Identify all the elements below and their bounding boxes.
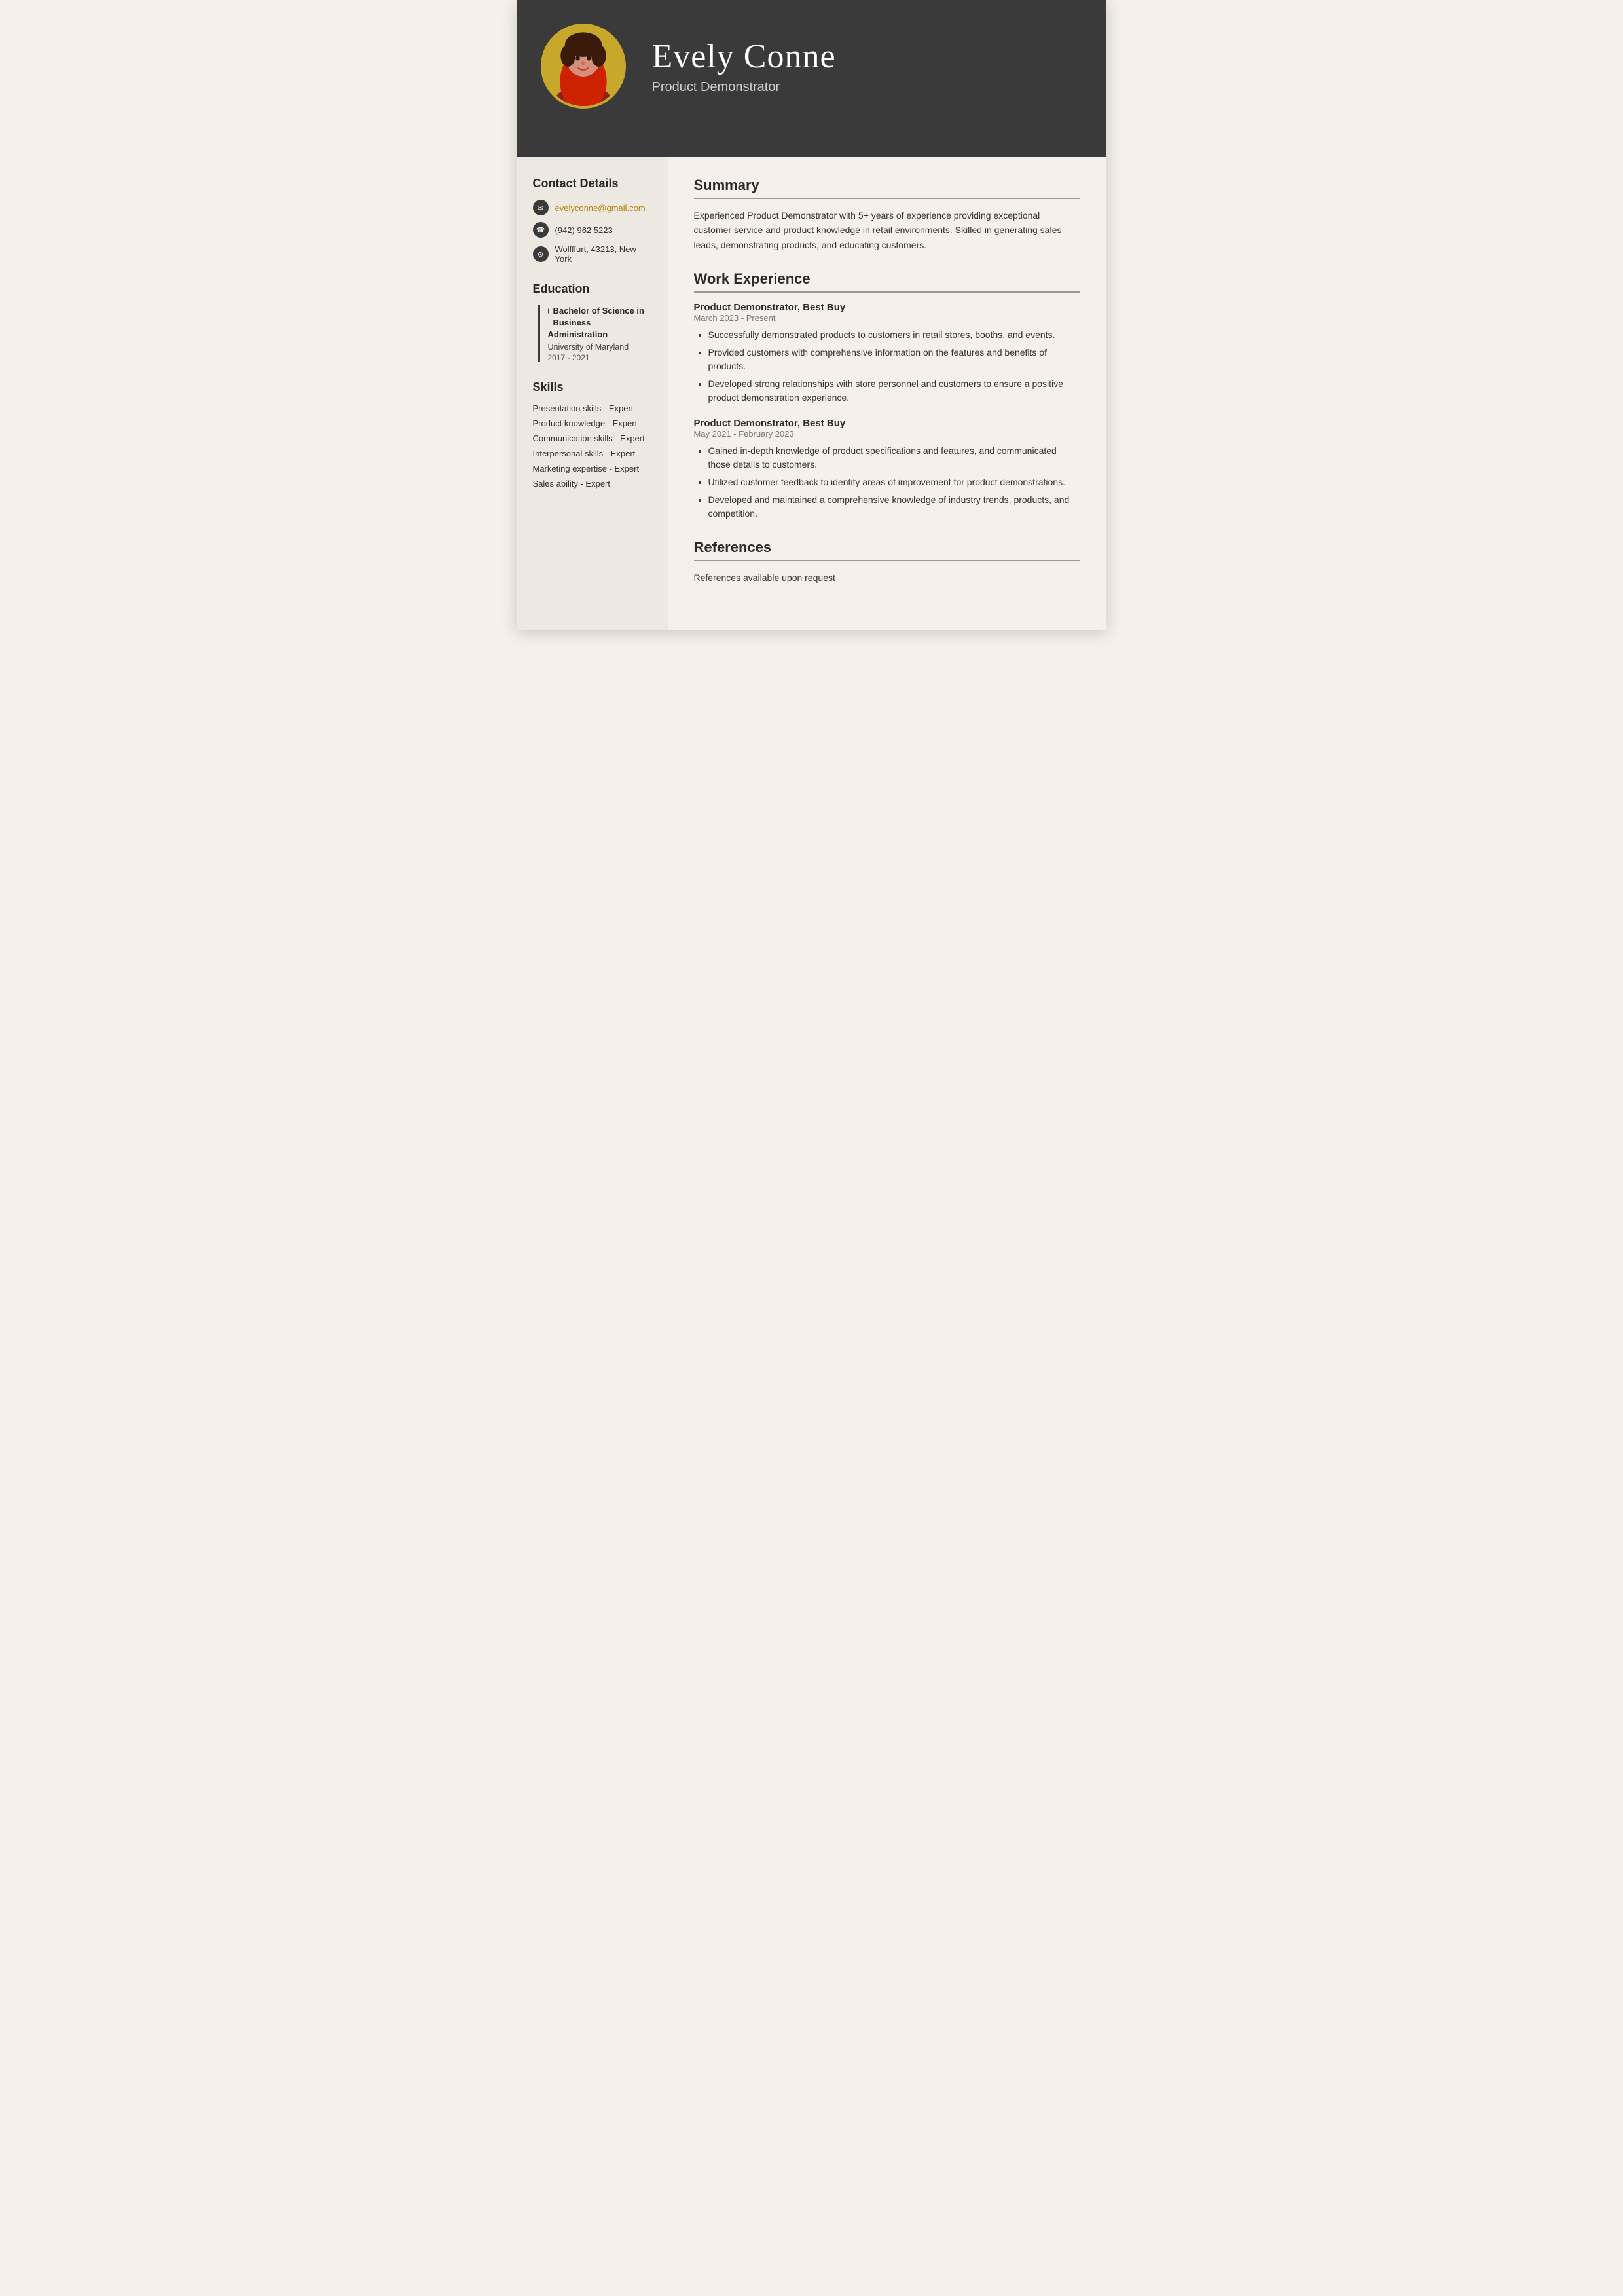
contact-title: Contact Details xyxy=(533,177,652,191)
avatar xyxy=(541,24,626,109)
job-1-bullet-3: Developed strong relationships with stor… xyxy=(708,377,1080,405)
location-icon: ⊙ xyxy=(533,246,549,262)
address-value: Wolfffurt, 43213, New York xyxy=(555,244,652,264)
header-section: Evely Conne Product Demonstrator xyxy=(517,0,1106,132)
edu-years: 2017 - 2021 xyxy=(548,353,652,362)
job-1-bullets: Successfully demonstrated products to cu… xyxy=(694,328,1080,405)
skills-title: Skills xyxy=(533,380,652,394)
job-1-bullet-2: Provided customers with comprehensive in… xyxy=(708,346,1080,373)
skill-item: Sales ability - Expert xyxy=(533,479,652,489)
chevron-decoration xyxy=(517,132,1106,157)
main-content: Summary Experienced Product Demonstrator… xyxy=(668,157,1106,630)
skill-item: Marketing expertise - Expert xyxy=(533,464,652,473)
sidebar: Contact Details ✉ evelyconne@gmail.com ☎… xyxy=(517,157,668,630)
contact-email-row: ✉ evelyconne@gmail.com xyxy=(533,200,652,215)
edu-row: Bachelor of Science in Business Administ… xyxy=(548,305,652,362)
job-2-bullets: Gained in-depth knowledge of product spe… xyxy=(694,444,1080,521)
contact-section: Contact Details ✉ evelyconne@gmail.com ☎… xyxy=(533,177,652,264)
contact-phone-row: ☎ (942) 962 5223 xyxy=(533,222,652,238)
references-section: References References available upon req… xyxy=(694,539,1080,585)
edu-degree: Bachelor of Science in Business Administ… xyxy=(548,305,652,341)
work-title: Work Experience xyxy=(694,270,1080,293)
skill-item: Product knowledge - Expert xyxy=(533,418,652,428)
skill-item: Presentation skills - Expert xyxy=(533,403,652,413)
job-2-title: Product Demonstrator, Best Buy xyxy=(694,418,1080,429)
candidate-name: Evely Conne xyxy=(652,37,1075,76)
references-title: References xyxy=(694,539,1080,561)
education-item: Bachelor of Science in Business Administ… xyxy=(538,305,652,362)
references-text: References available upon request xyxy=(694,570,1080,585)
phone-value: (942) 962 5223 xyxy=(555,225,613,235)
job-1-period: March 2023 - Present xyxy=(694,313,1080,323)
skills-section: Skills Presentation skills - Expert Prod… xyxy=(533,380,652,489)
job-1-bullet-1: Successfully demonstrated products to cu… xyxy=(708,328,1080,342)
body-wrap: Contact Details ✉ evelyconne@gmail.com ☎… xyxy=(517,157,1106,630)
education-section: Education Bachelor of Science in Busines… xyxy=(533,282,652,362)
education-title: Education xyxy=(533,282,652,296)
summary-text: Experienced Product Demonstrator with 5+… xyxy=(694,208,1080,252)
job-2-bullet-2: Utilized customer feedback to identify a… xyxy=(708,475,1080,489)
job-2-bullet-3: Developed and maintained a comprehensive… xyxy=(708,493,1080,521)
job-2-period: May 2021 - February 2023 xyxy=(694,429,1080,439)
candidate-title: Product Demonstrator xyxy=(652,80,1075,95)
edu-school: University of Maryland xyxy=(548,343,652,352)
summary-title: Summary xyxy=(694,177,1080,199)
email-icon: ✉ xyxy=(533,200,549,215)
job-1: Product Demonstrator, Best Buy March 202… xyxy=(694,302,1080,405)
job-2-bullet-1: Gained in-depth knowledge of product spe… xyxy=(708,444,1080,472)
skill-item: Interpersonal skills - Expert xyxy=(533,449,652,458)
skill-item: Communication skills - Expert xyxy=(533,434,652,443)
phone-icon: ☎ xyxy=(533,222,549,238)
contact-address-row: ⊙ Wolfffurt, 43213, New York xyxy=(533,244,652,264)
summary-section: Summary Experienced Product Demonstrator… xyxy=(694,177,1080,252)
header-text: Evely Conne Product Demonstrator xyxy=(652,37,1075,95)
job-2: Product Demonstrator, Best Buy May 2021 … xyxy=(694,418,1080,521)
resume-container: Evely Conne Product Demonstrator Contact… xyxy=(517,0,1106,630)
work-experience-section: Work Experience Product Demonstrator, Be… xyxy=(694,270,1080,521)
job-1-title: Product Demonstrator, Best Buy xyxy=(694,302,1080,313)
email-value[interactable]: evelyconne@gmail.com xyxy=(555,203,646,213)
